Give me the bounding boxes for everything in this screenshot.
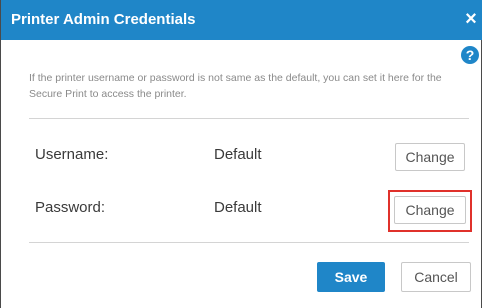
change-password-button[interactable]: Change bbox=[394, 196, 466, 224]
username-value: Default bbox=[214, 146, 262, 163]
dialog-title: Printer Admin Credentials bbox=[11, 11, 196, 28]
printer-admin-credentials-dialog: Printer Admin Credentials × ? If the pri… bbox=[0, 0, 482, 308]
close-icon[interactable]: × bbox=[461, 8, 481, 30]
info-text: If the printer username or password is n… bbox=[29, 72, 442, 100]
divider-bottom bbox=[29, 242, 469, 243]
save-button[interactable]: Save bbox=[317, 262, 385, 292]
change-username-button[interactable]: Change bbox=[395, 143, 465, 171]
username-label: Username: bbox=[35, 146, 109, 163]
password-label: Password: bbox=[35, 199, 106, 216]
cancel-button[interactable]: Cancel bbox=[401, 262, 471, 292]
divider-top bbox=[29, 118, 469, 119]
password-value: Default bbox=[214, 199, 262, 216]
help-icon[interactable]: ? bbox=[461, 46, 479, 64]
dialog-titlebar: Printer Admin Credentials × bbox=[1, 0, 482, 40]
